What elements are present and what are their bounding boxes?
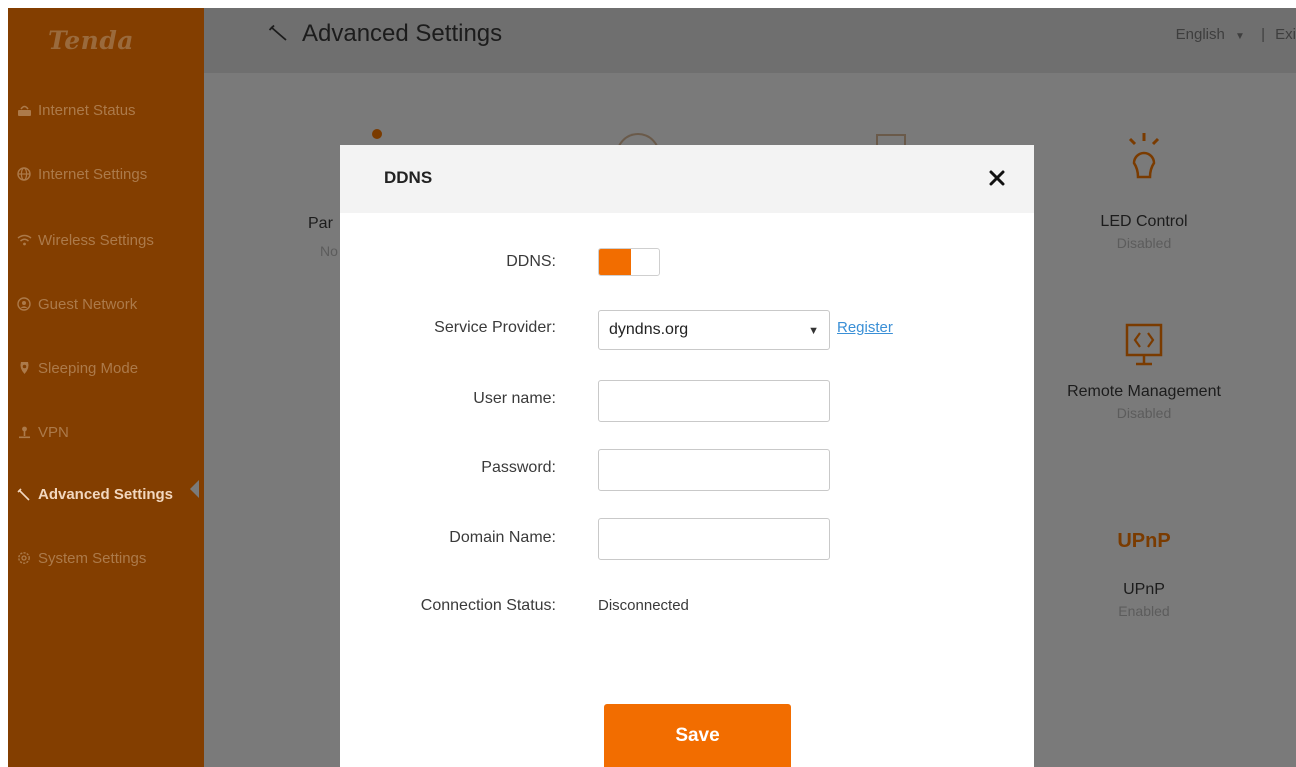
sidebar-item-advanced-settings[interactable]: Advanced Settings [16, 474, 204, 514]
bulb-icon [1044, 133, 1244, 205]
tile-partial-name: Par [308, 215, 333, 232]
globe-icon [16, 166, 32, 182]
sidebar-item-label: VPN [38, 423, 69, 441]
connection-status-label: Connection Status: [420, 597, 556, 614]
monitor-code-icon [1044, 323, 1244, 375]
sidebar-item-label: Advanced Settings [38, 485, 174, 503]
dropdown-arrow-icon: ▼ [808, 325, 819, 337]
dialog-title: DDNS [384, 168, 433, 187]
sidebar-item-guest-network[interactable]: Guest Network [16, 284, 204, 324]
vpn-icon [16, 424, 32, 440]
save-button[interactable]: Save [604, 704, 791, 767]
password-input[interactable] [598, 449, 830, 491]
active-indicator [190, 480, 199, 498]
upnp-icon: UPnP [1117, 529, 1171, 552]
sidebar-item-internet-settings[interactable]: Internet Settings [16, 154, 204, 194]
sidebar-item-internet-status[interactable]: Internet Status [16, 90, 204, 130]
ddns-label: DDNS: [506, 253, 556, 270]
exit-link[interactable]: Exi [1275, 26, 1296, 43]
toggle-on-indicator [599, 249, 631, 275]
sidebar-item-label: Internet Status [38, 101, 136, 119]
wrench-icon [268, 20, 290, 48]
service-provider-label: Service Provider: [434, 319, 556, 336]
user-name-label: User name: [473, 390, 556, 407]
moon-icon [16, 360, 32, 376]
wifi-icon [16, 232, 32, 248]
top-header: Advanced Settings English ▼ | Exi [204, 8, 1296, 73]
chevron-down-icon: ▼ [1235, 31, 1245, 42]
domain-name-label: Domain Name: [449, 529, 556, 546]
partial-tile-icon [372, 129, 382, 139]
router-icon [16, 102, 32, 118]
sidebar-item-label: System Settings [38, 549, 147, 567]
service-provider-select[interactable]: dyndns.org ▼ [598, 310, 830, 350]
password-label: Password: [481, 459, 556, 476]
sidebar-item-wireless-settings[interactable]: Wireless Settings [16, 220, 204, 260]
dialog-header: DDNS [340, 145, 1034, 213]
language-selector[interactable]: English ▼ [1176, 26, 1251, 43]
sidebar-item-vpn[interactable]: VPN [16, 412, 204, 452]
sidebar-item-label: Sleeping Mode [38, 359, 139, 377]
sidebar-item-label: Wireless Settings [38, 231, 154, 249]
tenda-logo: Tenda [48, 26, 134, 55]
ddns-dialog: DDNS DDNS: Service Provider: dyndns.org … [340, 145, 1034, 767]
guest-network-icon [16, 296, 32, 312]
sidebar-item-sleeping-mode[interactable]: Sleeping Mode [16, 348, 204, 388]
sidebar-item-label: Guest Network [38, 295, 138, 313]
wrench-icon [16, 486, 32, 502]
language-exit-area: English ▼ | Exi [1176, 26, 1296, 43]
sidebar-item-label: Internet Settings [38, 165, 148, 183]
tile-led-control[interactable]: LED Control Disabled [1044, 133, 1244, 251]
ddns-toggle[interactable] [598, 248, 660, 276]
page-title: Advanced Settings [268, 20, 502, 48]
sidebar: Tenda Internet Status Internet Settings … [8, 8, 204, 767]
sidebar-item-system-settings[interactable]: System Settings [16, 538, 204, 578]
domain-name-input[interactable] [598, 518, 830, 560]
tile-partial-status: No [320, 243, 338, 259]
tile-upnp[interactable]: UPnP UPnP Enabled [1044, 521, 1244, 620]
connection-status-value: Disconnected [598, 597, 689, 614]
close-icon[interactable] [984, 165, 1010, 191]
register-link[interactable]: Register [837, 319, 893, 336]
tile-remote-management[interactable]: Remote Management Disabled [1044, 323, 1244, 421]
separator: | [1261, 26, 1265, 43]
user-name-input[interactable] [598, 380, 830, 422]
gear-icon [16, 550, 32, 566]
